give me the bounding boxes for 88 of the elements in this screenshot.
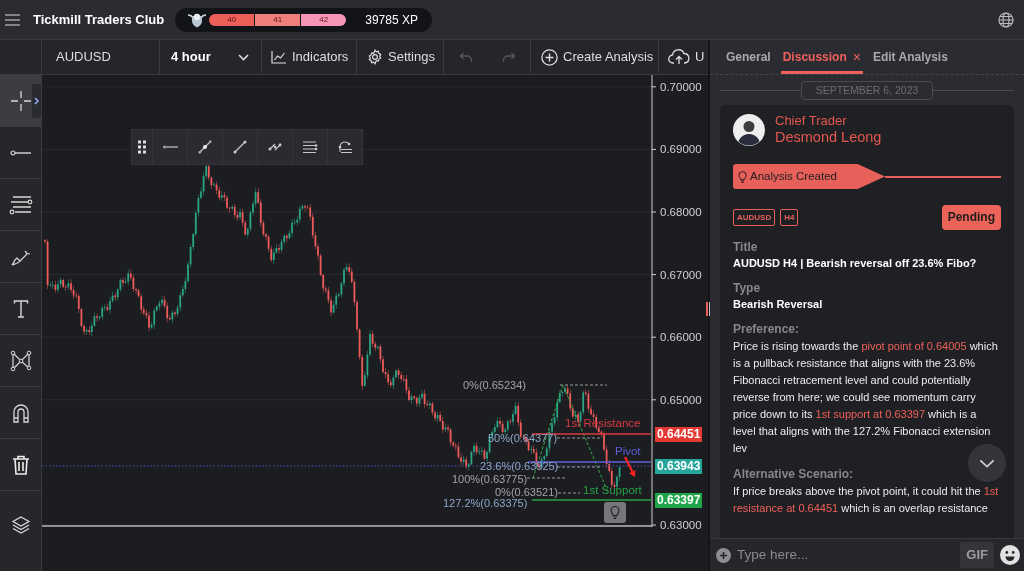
price-tag: 0.63943: [655, 458, 703, 474]
author-role: Chief Trader: [775, 113, 848, 128]
lightbulb-icon: [610, 506, 620, 519]
date-label: SEPTEMBER 6, 2023: [800, 80, 934, 100]
field-label: Type: [733, 281, 761, 295]
paragraph: Price is rising towards the pivot point of 0.64005 which is a pullback resistance that aligns with the 23.6% Fibonacci retracement level and could potentially reverse from here; we could see momentum carry price down to its 1st support at 0.63397 which is a level that aligns with the 127.2% Fibonacci extension lev: [733, 339, 999, 456]
line-tool-icon: [9, 148, 32, 157]
price-label: 0.69000: [660, 142, 702, 157]
indicators-button[interactable]: Indicators: [262, 40, 357, 74]
author-name: Desmond Leong: [775, 128, 882, 146]
line-segment-icon: [233, 140, 247, 154]
upload-button[interactable]: U: [659, 40, 708, 74]
fib-label: 23.6%(0.63925): [480, 460, 559, 472]
level-segment: 42: [301, 13, 347, 26]
fib-level-line: [559, 384, 608, 386]
level-segment: 40: [209, 13, 255, 26]
symbol-button[interactable]: AUDUSD: [42, 40, 160, 74]
redo-icon: [501, 51, 516, 63]
price-label: 0.67000: [660, 267, 702, 282]
xp-total: 39785 XP: [365, 11, 418, 29]
settings-icon: [367, 49, 383, 65]
price-label: 0.63000: [660, 518, 702, 532]
level-label: 1st Support: [583, 484, 642, 496]
lightbulb-icon: [738, 170, 747, 183]
trash-icon: [11, 454, 30, 475]
pattern-icon: [9, 349, 32, 372]
scroll-down-button[interactable]: [968, 444, 1006, 482]
caret-icon: [238, 53, 249, 61]
grip-icon: [138, 140, 146, 154]
fib-label: 100%(0.63775): [452, 473, 528, 485]
layers-icon: [10, 515, 31, 535]
field-value: AUDUSD H4 | Bearish reversal off 23.6% Fibo?: [733, 256, 977, 271]
interval-dropdown[interactable]: 4 hour: [160, 40, 262, 74]
fib-level-line: [556, 466, 601, 468]
menu-icon[interactable]: [5, 13, 20, 26]
tag: AUDUSD: [733, 209, 776, 226]
fib-level-line: [556, 437, 601, 439]
field-label: Title: [733, 240, 758, 254]
status-badge: Pending: [941, 205, 1001, 230]
cloud-upload-icon: [668, 49, 690, 65]
price-label: 0.66000: [660, 330, 702, 345]
tab[interactable]: Discussion ×: [780, 43, 863, 74]
event-label: Analysis Created: [750, 168, 837, 184]
trend-arrow: [624, 456, 636, 477]
fib-level-line: [526, 477, 567, 479]
price-label: 0.65000: [660, 392, 702, 407]
price-label: 0.70000: [660, 79, 702, 94]
ray-icon: [162, 144, 178, 150]
tab[interactable]: Edit Analysis: [870, 43, 950, 74]
level-segment: 41: [255, 13, 301, 26]
field-label: Alternative Scenario:: [733, 467, 854, 481]
level-label: Pivot: [615, 445, 641, 457]
tag: H4: [780, 209, 799, 226]
price-tag: 0.63397: [655, 492, 703, 508]
curve-lines-icon: [337, 140, 353, 154]
plus-circle-icon: [541, 48, 558, 66]
horizontal-lines-icon: [8, 194, 33, 215]
gif-button[interactable]: GIF: [960, 542, 994, 568]
fib-label: 0%(0.63521): [495, 486, 558, 498]
idea-button[interactable]: [604, 502, 626, 523]
close-tab-button[interactable]: ×: [852, 50, 861, 64]
create-analysis-button[interactable]: Create Analysis: [531, 40, 659, 74]
drawing-tool-button[interactable]: [0, 75, 41, 127]
undo-icon: [458, 51, 473, 63]
fib-label: 0%(0.65234): [463, 379, 526, 391]
field-label: Preference:: [733, 322, 800, 336]
chart-line-icon: [271, 50, 287, 64]
avatar-icon: [733, 113, 765, 146]
price-label: 0.68000: [660, 205, 702, 219]
paragraph: If price breaks above the pivot point, it could hit the 1st resistance at 0.64451 which is an overlap resistance: [733, 484, 1000, 516]
field-value: Bearish Reversal: [733, 297, 823, 312]
magnet-icon: [11, 402, 30, 423]
price-tag: 0.64451: [655, 426, 703, 442]
add-icon[interactable]: [716, 547, 731, 563]
tab[interactable]: General: [724, 43, 773, 74]
chevron-down-icon: [979, 458, 995, 468]
badge-icon: [187, 11, 208, 28]
chevron-right-icon[interactable]: [32, 84, 41, 118]
crosshair-icon: [9, 89, 32, 112]
emoji-icon[interactable]: [1000, 545, 1020, 565]
globe-icon[interactable]: [998, 11, 1014, 28]
fib-level-line: [557, 492, 581, 494]
text-tool-icon: [12, 298, 29, 319]
settings-button[interactable]: Settings: [357, 40, 444, 74]
horizontal-lines-icon: [302, 140, 318, 154]
app-title: Tickmill Traders Club: [33, 10, 165, 29]
fib-label: 127.2%(0.63375): [443, 498, 528, 509]
trend-line-icon: [198, 140, 212, 154]
